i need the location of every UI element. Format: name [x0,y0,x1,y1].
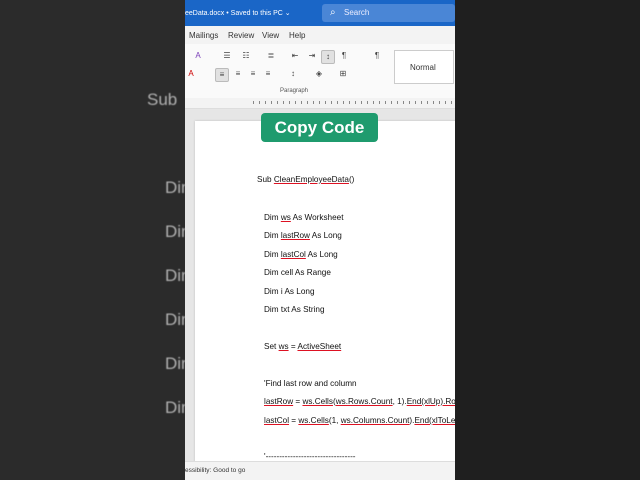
search-box[interactable]: ⌕ Search [322,4,455,22]
tab-view[interactable]: View [262,31,279,40]
font-color-icon[interactable]: A [185,68,197,80]
ribbon: A ☰ ☷ ≣ ⇤ ⇥ ↕ ¶ ¶ A ≡ ≡ ≡ ≡ ↕ ◈ ⊞ Normal… [185,44,455,99]
decrease-indent-icon[interactable]: ⇤ [289,50,301,62]
search-icon: ⌕ [330,7,336,18]
tab-help[interactable]: Help [289,31,305,40]
word-window: eeData.docx • Saved to this PC ⌄ ⌕ Searc… [185,0,455,480]
code-line: Dim ws As Worksheet [264,213,344,222]
code-line: Sub CleanEmployeeData() [257,175,355,184]
ghost-text: Dim [165,354,185,373]
show-formatting-icon[interactable]: ¶ [338,50,350,62]
ghost-text: Dim [165,398,185,417]
align-left-icon[interactable]: ≡ [215,68,229,82]
ghost-text: Dim [165,222,185,241]
blurred-background-right [455,0,640,480]
tab-review[interactable]: Review [228,31,254,40]
numbering-icon[interactable]: ☷ [240,50,252,62]
ghost-text: Sub [147,90,178,109]
ghost-text: Dim [165,178,185,197]
align-right-icon[interactable]: ≡ [247,68,259,80]
group-label-paragraph: Paragraph [280,88,309,94]
clear-formatting-icon[interactable]: A [192,50,204,62]
accessibility-status[interactable]: essibility: Good to go [185,467,245,474]
code-line: '--------------------------------- [264,452,356,461]
code-line: 'Find last row and column [264,379,357,388]
chevron-down-icon[interactable]: ⌄ [285,10,291,17]
paragraph-mark-icon[interactable]: ¶ [371,50,383,62]
document-title: eeData.docx [185,10,225,17]
code-line: Dim lastRow As Long [264,231,342,240]
title-bar: eeData.docx • Saved to this PC ⌄ ⌕ Searc… [185,0,455,26]
shading-icon[interactable]: ◈ [313,68,325,80]
code-line: Dim cell As Range [264,268,331,277]
blurred-background-left: Sub Dim Dim Dim Dim Dim Dim [0,0,185,480]
code-line: Dim txt As String [264,305,325,314]
align-center-icon[interactable]: ≡ [232,68,244,80]
bullets-icon[interactable]: ☰ [221,50,233,62]
saved-status[interactable]: Saved to this PC [231,10,283,17]
justify-icon[interactable]: ≡ [262,68,274,80]
document-canvas[interactable]: Sub CleanEmployeeData() Dim ws As Worksh… [185,109,455,480]
sort-icon[interactable]: ↕ [321,50,335,64]
copy-code-button[interactable]: Copy Code [261,113,378,142]
ghost-text: Dim [165,310,185,329]
code-line: lastCol = ws.Cells(1, ws.Columns.Count).… [264,416,455,425]
line-spacing-icon[interactable]: ↕ [287,68,299,80]
increase-indent-icon[interactable]: ⇥ [306,50,318,62]
style-normal[interactable]: Normal [394,50,454,84]
code-line: Dim lastCol As Long [264,250,338,259]
document-page[interactable]: Sub CleanEmployeeData() Dim ws As Worksh… [195,121,455,480]
code-line: lastRow = ws.Cells(ws.Rows.Count, 1).End… [264,397,455,406]
code-line: Set ws = ActiveSheet [264,342,342,351]
status-bar: essibility: Good to go [185,461,455,480]
code-line: Dim i As Long [264,287,315,296]
ruler[interactable] [185,98,455,109]
search-placeholder: Search [344,8,370,17]
multilevel-list-icon[interactable]: ≣ [265,50,277,62]
borders-icon[interactable]: ⊞ [337,68,349,80]
tab-mailings[interactable]: Mailings [189,31,218,40]
ghost-text: Dim [165,266,185,285]
menu-bar: Mailings Review View Help [185,26,455,44]
